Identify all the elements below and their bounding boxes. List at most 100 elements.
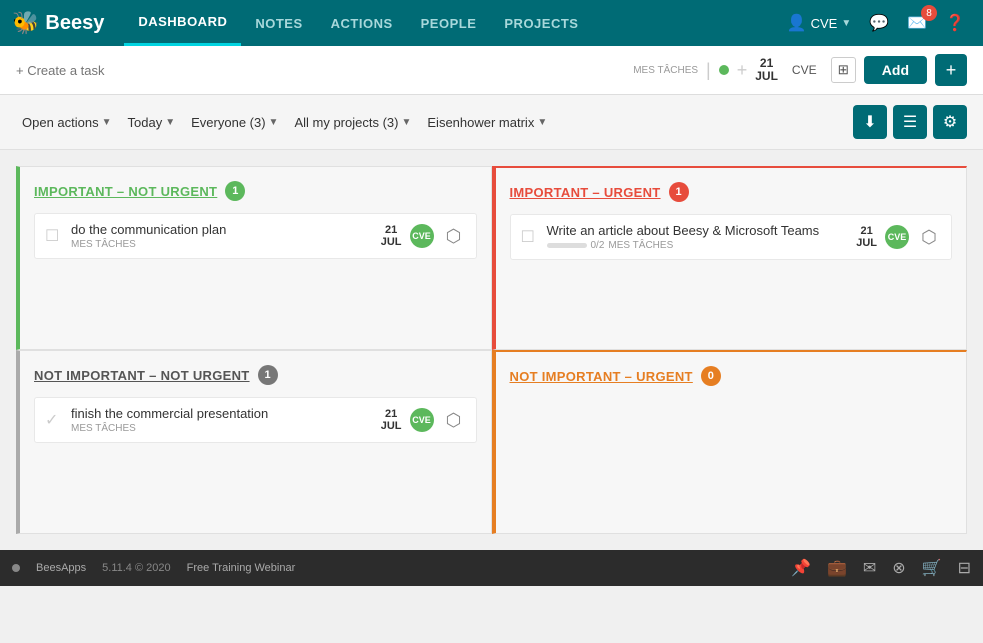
- filter-today-label: Today: [128, 115, 163, 130]
- bottom-brand-label: BeesApps: [36, 562, 86, 574]
- chevron-down-icon: ▼: [269, 117, 279, 128]
- eisenhower-matrix: IMPORTANT – NOT URGENT 1 ☐ do the commun…: [0, 150, 983, 550]
- nav-projects[interactable]: PROJECTS: [490, 0, 592, 46]
- table-icon[interactable]: ⊟: [958, 558, 971, 578]
- nav-right-actions: 👤 CVE ▼ 💬 ✉️ 8 ❓: [781, 9, 971, 37]
- quadrant-count-badge: 1: [258, 365, 278, 385]
- task-date-day: 21: [856, 225, 877, 237]
- quadrant-header: IMPORTANT – NOT URGENT 1: [34, 181, 477, 201]
- quadrant-title[interactable]: IMPORTANT – NOT URGENT: [34, 184, 217, 199]
- top-navigation: 🐝 Beesy DASHBOARD NOTES ACTIONS PEOPLE P…: [0, 0, 983, 46]
- task-hex-icon: ⬡: [442, 224, 466, 248]
- task-item: ✓ finish the commercial presentation MES…: [34, 397, 477, 443]
- mail-bottom-icon[interactable]: ✉: [863, 558, 876, 578]
- chevron-down-icon: ▼: [401, 117, 411, 128]
- filter-all-projects-label: All my projects (3): [294, 115, 398, 130]
- mes-taches-label: MES TÂCHES: [633, 65, 698, 76]
- filter-open-actions[interactable]: Open actions ▼: [16, 111, 118, 134]
- date-month: JUL: [755, 70, 778, 83]
- toolbar-divider2: +: [737, 60, 748, 81]
- chat-icon: 💬: [869, 13, 889, 33]
- quadrant-important-urgent: IMPORTANT – URGENT 1 ☐ Write an article …: [492, 166, 968, 350]
- task-project-label: MES TÂCHES: [71, 239, 373, 250]
- bottom-training-label: Free Training Webinar: [187, 562, 296, 574]
- filter-eisenhower[interactable]: Eisenhower matrix ▼: [421, 111, 553, 134]
- filter-everyone[interactable]: Everyone (3) ▼: [185, 111, 284, 134]
- user-icon: 👤: [787, 13, 807, 33]
- chevron-down-icon: ▼: [165, 117, 175, 128]
- download-icon: ⬇: [863, 112, 876, 132]
- nav-actions[interactable]: ACTIONS: [317, 0, 407, 46]
- logo-icon: 🐝: [12, 10, 39, 36]
- nav-links: DASHBOARD NOTES ACTIONS PEOPLE PROJECTS: [124, 0, 780, 46]
- filter-eisenhower-label: Eisenhower matrix: [427, 115, 534, 130]
- task-checkbox-icon[interactable]: ☐: [521, 227, 539, 247]
- quadrant-title[interactable]: IMPORTANT – URGENT: [510, 185, 661, 200]
- task-meta: 21 JUL CVE ⬡: [856, 225, 941, 249]
- messages-button[interactable]: 💬: [863, 9, 895, 37]
- chevron-down-icon: ▼: [102, 117, 112, 128]
- list-view-button[interactable]: ☰: [893, 105, 927, 139]
- create-task-input[interactable]: [16, 63, 625, 78]
- grid-view-button[interactable]: ⊞: [831, 57, 856, 83]
- chevron-down-icon: ▼: [841, 18, 851, 29]
- filter-today[interactable]: Today ▼: [122, 111, 182, 134]
- task-checkbox-icon[interactable]: ✓: [45, 410, 63, 430]
- task-date-month: JUL: [381, 420, 402, 432]
- nav-notes[interactable]: NOTES: [241, 0, 316, 46]
- quadrant-header: IMPORTANT – URGENT 1: [510, 182, 953, 202]
- nav-dashboard[interactable]: DASHBOARD: [124, 0, 241, 46]
- task-hex-icon: ⬡: [442, 408, 466, 432]
- close-circle-icon[interactable]: ⊗: [892, 558, 905, 578]
- filter-all-projects[interactable]: All my projects (3) ▼: [288, 111, 417, 134]
- bottom-bar: BeesApps 5.11.4 © 2020 Free Training Web…: [0, 550, 983, 586]
- sliders-icon: ⚙: [943, 112, 957, 132]
- task-date-day: 21: [381, 224, 402, 236]
- filter-right-actions: ⬇ ☰ ⚙: [853, 105, 967, 139]
- task-title: do the communication plan: [71, 222, 373, 237]
- quadrant-header: NOT IMPORTANT – NOT URGENT 1: [34, 365, 477, 385]
- toolbar-user: CVE: [786, 61, 823, 79]
- user-label: CVE: [811, 16, 838, 31]
- settings-filter-button[interactable]: ⚙: [933, 105, 967, 139]
- task-date-month: JUL: [381, 236, 402, 248]
- task-text: finish the commercial presentation MES T…: [71, 406, 373, 434]
- task-item: ☐ Write an article about Beesy & Microso…: [510, 214, 953, 260]
- progress-label: 0/2: [591, 240, 605, 251]
- toolbar-divider: |: [706, 60, 711, 81]
- app-name: Beesy: [45, 12, 104, 35]
- task-progress: 0/2 MES TÂCHES: [547, 240, 849, 251]
- task-title: Write an article about Beesy & Microsoft…: [547, 223, 849, 238]
- task-hex-icon: ⬡: [917, 225, 941, 249]
- help-button[interactable]: ❓: [939, 9, 971, 37]
- user-menu-button[interactable]: 👤 CVE ▼: [781, 9, 858, 37]
- status-dot: [719, 65, 729, 75]
- quadrant-title[interactable]: NOT IMPORTANT – NOT URGENT: [34, 368, 250, 383]
- quadrant-title[interactable]: NOT IMPORTANT – URGENT: [510, 369, 693, 384]
- task-checkbox-icon[interactable]: ☐: [45, 226, 63, 246]
- plus-button[interactable]: +: [935, 54, 967, 86]
- task-title: finish the commercial presentation: [71, 406, 373, 421]
- task-item: ☐ do the communication plan MES TÂCHES 2…: [34, 213, 477, 259]
- pin-icon[interactable]: 📌: [791, 558, 811, 578]
- notifications-button[interactable]: ✉️ 8: [901, 9, 933, 37]
- task-assignee-avatar: CVE: [410, 408, 434, 432]
- task-date-day: 21: [381, 408, 402, 420]
- progress-bar-wrap: [547, 243, 587, 248]
- bottom-right-icons: 📌 💼 ✉ ⊗ 🛒 ⊟: [791, 558, 971, 578]
- notification-badge: 8: [921, 5, 937, 21]
- briefcase-icon[interactable]: 💼: [827, 558, 847, 578]
- list-icon: ☰: [903, 112, 917, 132]
- app-logo: 🐝 Beesy: [12, 10, 104, 36]
- quadrant-not-important-urgent: NOT IMPORTANT – URGENT 0: [492, 350, 968, 534]
- task-toolbar: MES TÂCHES | + 21 JUL CVE ⊞ Add +: [0, 46, 983, 95]
- cart-icon[interactable]: 🛒: [922, 558, 942, 578]
- task-text: Write an article about Beesy & Microsoft…: [547, 223, 849, 251]
- task-assignee-avatar: CVE: [885, 225, 909, 249]
- task-project-label: MES TÂCHES: [608, 240, 673, 251]
- add-task-button[interactable]: Add: [864, 56, 927, 84]
- quadrant-count-badge: 1: [225, 181, 245, 201]
- task-due-date: 21 JUL: [381, 224, 402, 248]
- download-button[interactable]: ⬇: [853, 105, 887, 139]
- nav-people[interactable]: PEOPLE: [407, 0, 491, 46]
